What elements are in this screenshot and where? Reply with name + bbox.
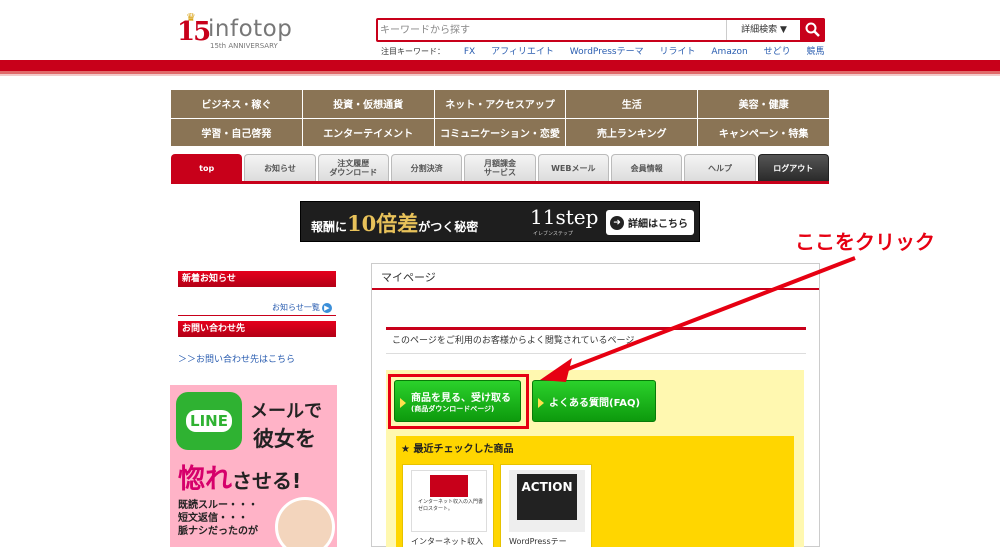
annotation-arrow-icon <box>540 256 856 382</box>
page-root: ♛ 15 infotop 15th ANNIVERSARY 詳細検索 ▼ 注目キ… <box>0 0 1000 547</box>
